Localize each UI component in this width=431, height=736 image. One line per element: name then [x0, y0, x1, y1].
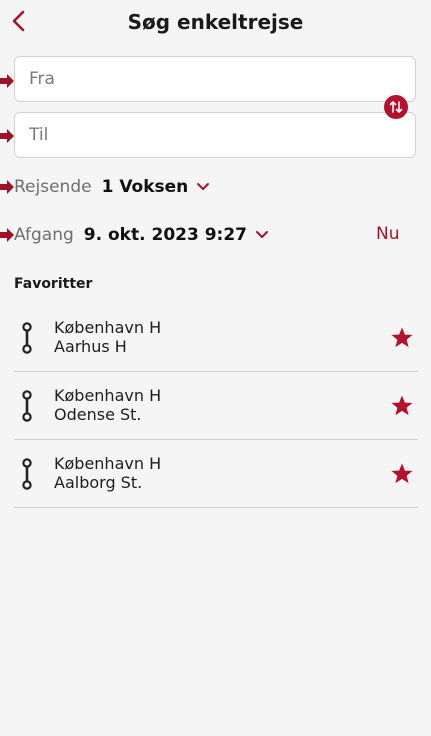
- route-icon: [22, 390, 32, 422]
- route-icon: [22, 458, 32, 490]
- star-icon[interactable]: [390, 462, 414, 486]
- star-icon[interactable]: [390, 326, 414, 350]
- star-icon[interactable]: [390, 394, 414, 418]
- travellers-row[interactable]: Rejsende 1 Voksen: [14, 174, 210, 200]
- departure-value[interactable]: 9. okt. 2023 9:27: [84, 225, 247, 245]
- arrow-marker-icon: [0, 129, 14, 143]
- favorites-list: København H Aarhus H København H Odense …: [14, 304, 418, 508]
- favorite-from: København H: [54, 386, 162, 405]
- favorite-route-text: København H Aarhus H: [54, 318, 161, 356]
- departure-label: Afgang: [14, 225, 74, 245]
- swap-button[interactable]: [384, 95, 408, 119]
- favorite-item[interactable]: København H Odense St.: [14, 372, 418, 440]
- departure-row[interactable]: Afgang 9. okt. 2023 9:27: [14, 222, 269, 248]
- now-button[interactable]: Nu: [376, 224, 400, 244]
- travellers-value[interactable]: 1 Voksen: [102, 177, 189, 197]
- swap-icon: [389, 101, 403, 113]
- chevron-down-icon[interactable]: [255, 230, 269, 240]
- arrow-marker-icon: [0, 74, 14, 88]
- favorite-route-text: København H Aalborg St.: [54, 454, 161, 492]
- favorite-item[interactable]: København H Aarhus H: [14, 304, 418, 372]
- arrow-marker-icon: [0, 228, 14, 242]
- travellers-label: Rejsende: [14, 177, 92, 197]
- from-field[interactable]: [14, 56, 416, 102]
- favorite-from: København H: [54, 318, 162, 337]
- chevron-down-icon[interactable]: [196, 182, 210, 192]
- arrow-marker-icon: [0, 180, 14, 194]
- header: Søg enkeltrejse: [0, 0, 431, 44]
- from-input[interactable]: [15, 57, 389, 101]
- to-field[interactable]: [14, 112, 416, 158]
- favorite-to: Odense St.: [54, 405, 142, 424]
- favorite-route-text: København H Odense St.: [54, 386, 161, 424]
- favorite-from: København H: [54, 454, 162, 473]
- to-input[interactable]: [15, 113, 389, 157]
- route-icon: [22, 322, 32, 354]
- favorite-item[interactable]: København H Aalborg St.: [14, 440, 418, 508]
- favorite-to: Aalborg St.: [54, 473, 143, 492]
- page-title: Søg enkeltrejse: [127, 10, 304, 34]
- favorite-to: Aarhus H: [54, 337, 127, 356]
- favorites-heading: Favoritter: [14, 276, 93, 292]
